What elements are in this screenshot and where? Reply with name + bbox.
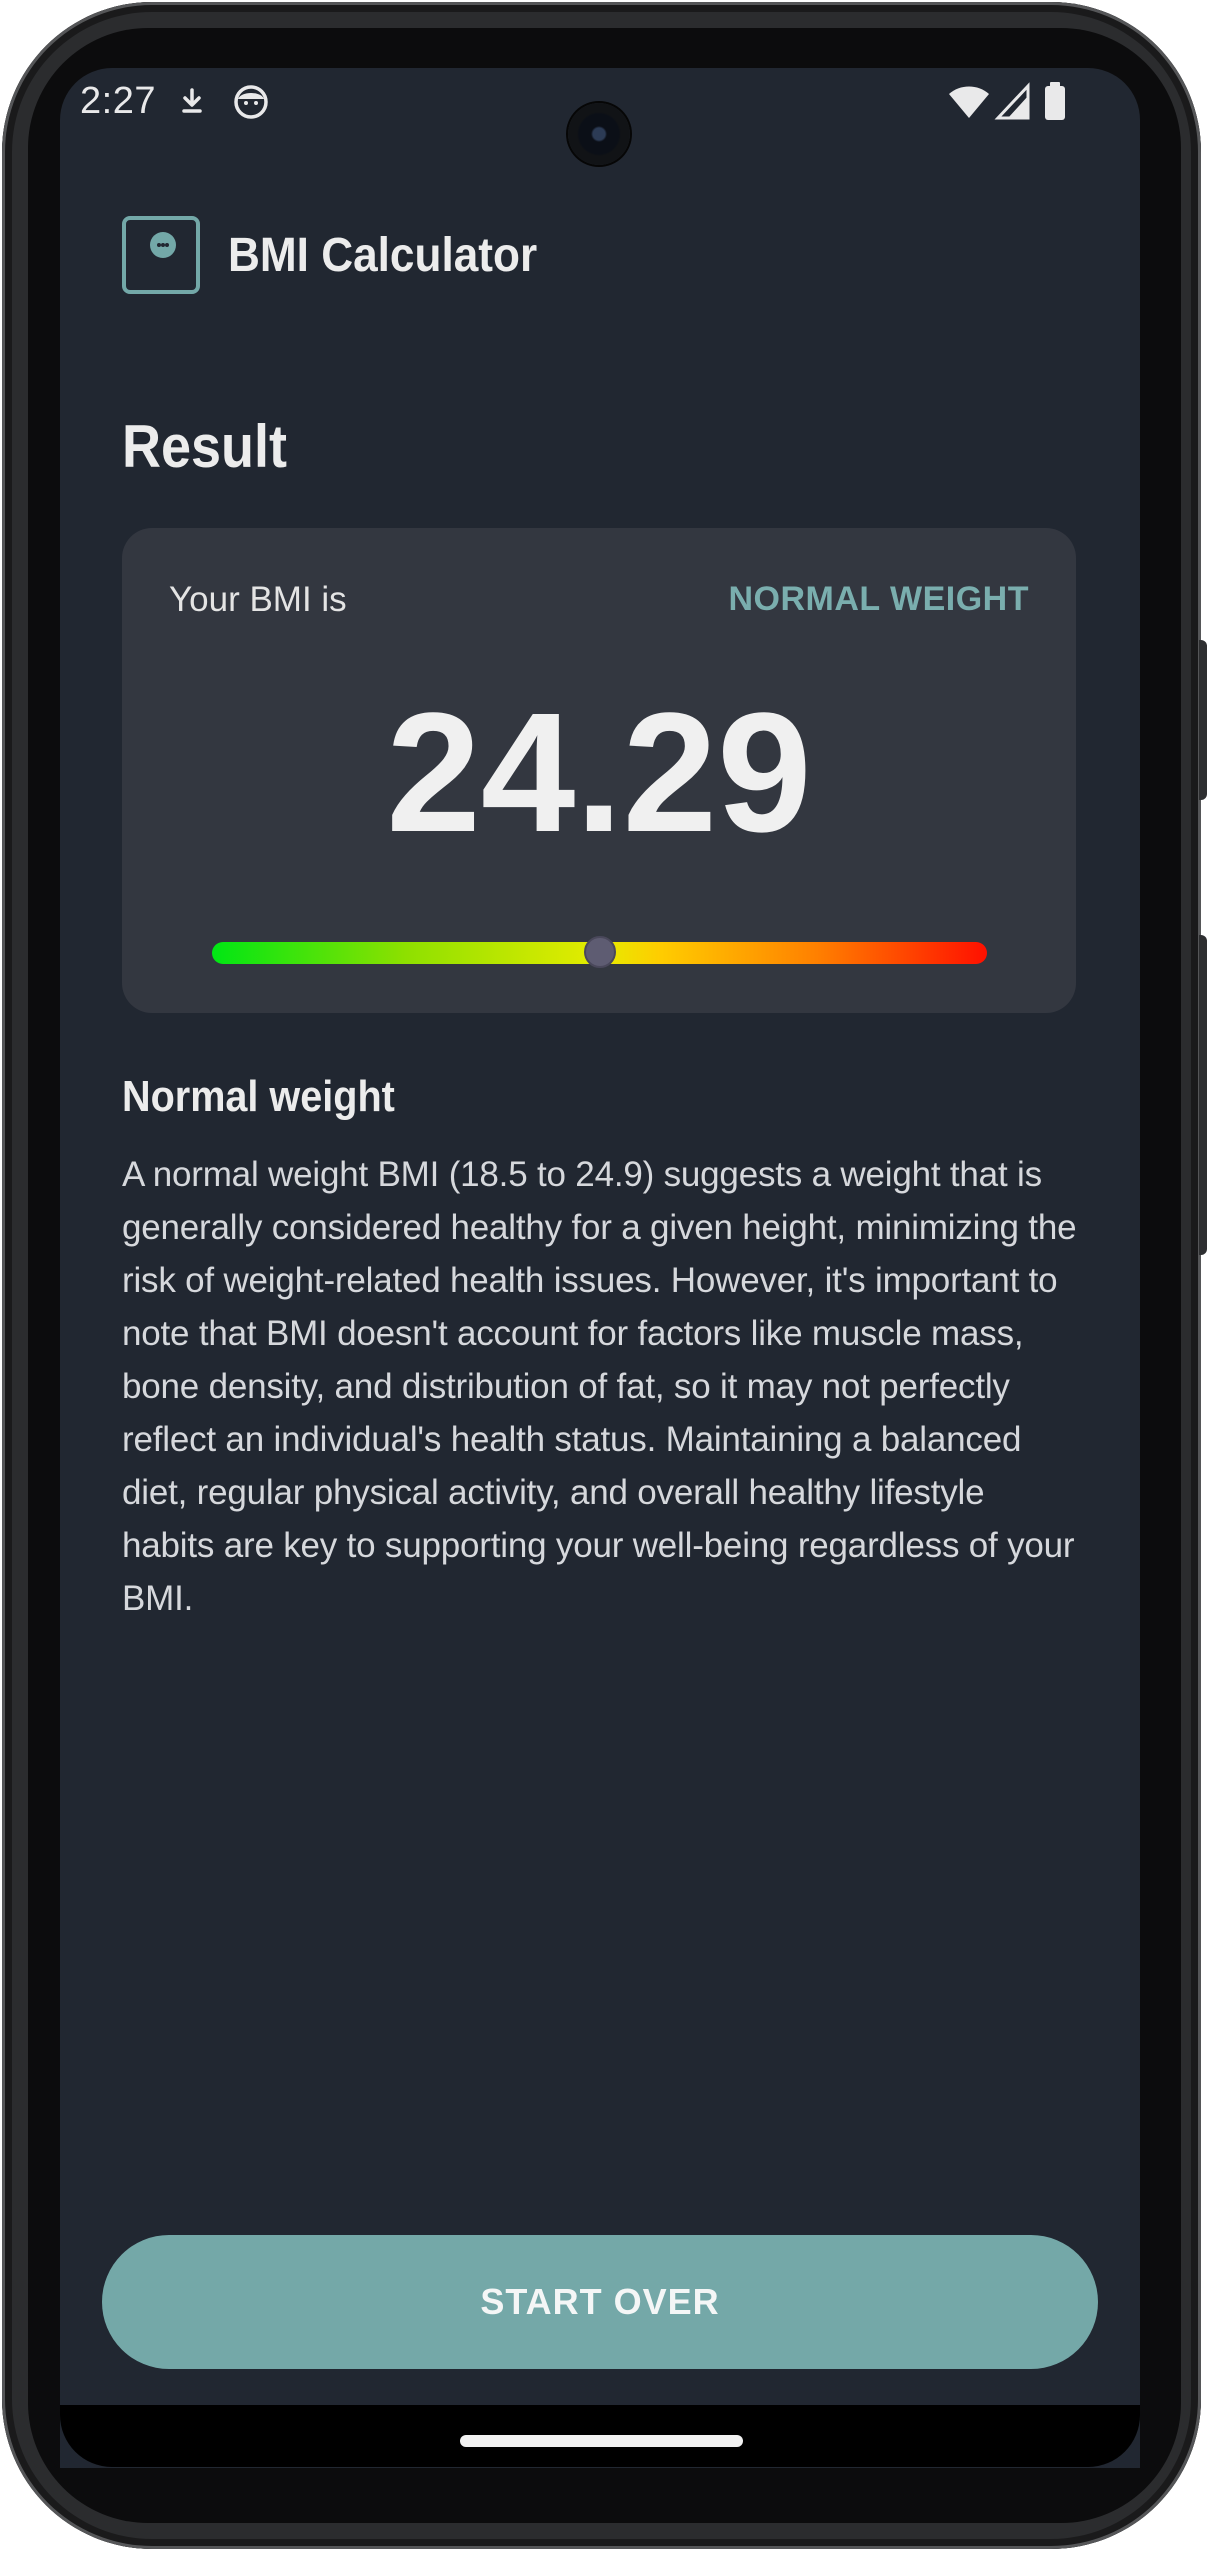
download-arrow-icon [182,88,202,113]
bmi-scale-icon [122,216,200,294]
bmi-value: 24.29 [386,678,812,868]
face-icon [234,85,268,119]
description-body: A normal weight BMI (18.5 to 24.9) sugge… [122,1155,1077,1618]
battery-icon [1045,82,1065,120]
bmi-label: Your BMI is [169,580,347,619]
volume-button [1199,935,1207,1255]
screen: 2:27 BMI Calculator Result Your BMI is N… [60,68,1140,2468]
scale-dial-icon [150,232,176,258]
start-over-button[interactable]: START OVER [102,2235,1098,2369]
cell-signal-icon [994,82,1030,120]
bmi-category-badge: NORMAL WEIGHT [728,580,1029,618]
bmi-result-card: Your BMI is NORMAL WEIGHT 24.29 [122,528,1076,1013]
description-title: Normal weight [122,1072,395,1121]
status-time: 2:27 [80,80,156,122]
navigation-bar [60,2405,1140,2467]
home-gesture-handle[interactable] [460,2435,743,2447]
power-button [1199,640,1207,800]
front-camera [568,103,630,165]
bmi-scale-marker [583,936,616,968]
app-title: BMI Calculator [228,229,538,282]
wifi-icon [949,86,989,118]
result-heading: Result [122,413,288,480]
phone-device: 2:27 BMI Calculator Result Your BMI is N… [0,0,1209,2553]
